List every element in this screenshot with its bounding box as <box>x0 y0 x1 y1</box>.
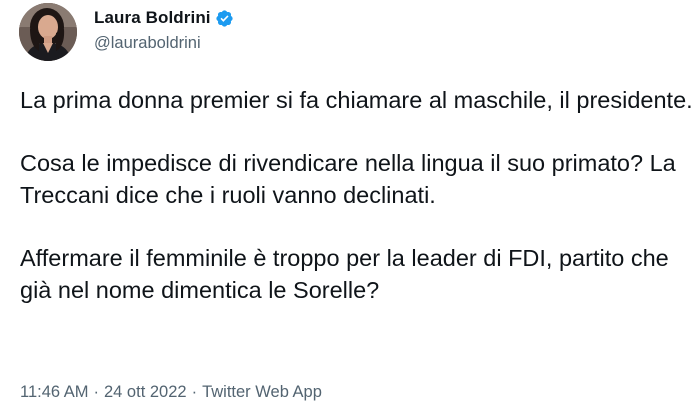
avatar-image <box>19 3 77 61</box>
tweet-metadata: 11:46 AM · 24 ott 2022 · Twitter Web App <box>20 383 322 402</box>
tweet-paragraph: La prima donna premier si fa chiamare al… <box>20 87 693 113</box>
tweet-paragraph: Affermare il femminile è troppo per la l… <box>20 245 669 303</box>
meta-separator: · <box>93 383 100 401</box>
author-display-name[interactable]: Laura Boldrini <box>94 8 211 28</box>
tweet-time[interactable]: 11:46 AM <box>20 383 89 402</box>
tweet-date[interactable]: 24 ott 2022 <box>104 383 187 402</box>
tweet-text: La prima donna premier si fa chiamare al… <box>20 84 696 306</box>
author-handle[interactable]: @lauraboldrini <box>94 34 201 53</box>
verified-badge-icon <box>215 9 234 28</box>
author-name-row[interactable]: Laura Boldrini <box>94 7 234 29</box>
tweet-paragraph: Cosa le impedisce di rivendicare nella l… <box>20 150 676 208</box>
avatar[interactable] <box>19 3 77 61</box>
tweet-card: Laura Boldrini @lauraboldrini La prima d… <box>0 0 700 412</box>
tweet-source[interactable]: Twitter Web App <box>202 383 322 402</box>
meta-separator: · <box>191 383 198 401</box>
